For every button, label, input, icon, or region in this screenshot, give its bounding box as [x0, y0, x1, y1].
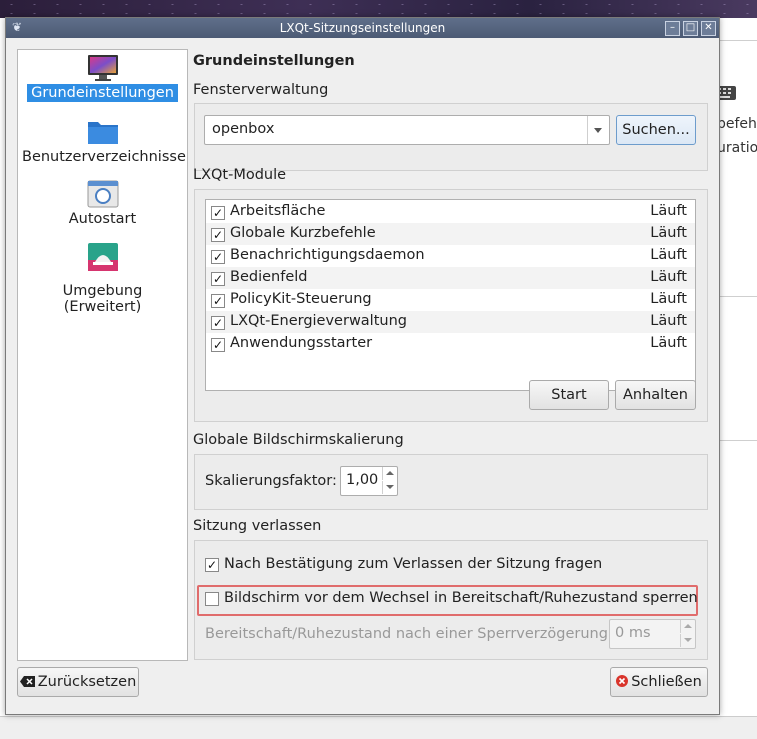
- spin-down-icon[interactable]: [382, 481, 397, 494]
- window-manager-value: openbox: [212, 121, 275, 137]
- confirm-leave-label[interactable]: Nach Bestätigung zum Verlassen der Sitzu…: [224, 556, 602, 572]
- lock-delay-spinbox[interactable]: 0 ms: [609, 619, 696, 649]
- start-button[interactable]: Start: [529, 380, 609, 410]
- close-icon: [616, 669, 629, 697]
- list-item[interactable]: ✓ Globale Kurzbefehle Läuft: [206, 223, 695, 245]
- scaling-factor-spinbox[interactable]: 1,00: [340, 466, 398, 496]
- list-item[interactable]: ✓ LXQt-Energieverwaltung Läuft: [206, 311, 695, 333]
- backspace-icon: [19, 669, 35, 697]
- sidebar-item-label: Autostart: [68, 211, 137, 227]
- module-checkbox[interactable]: ✓: [211, 250, 225, 264]
- window-manager-section-title: Fensterverwaltung: [193, 82, 329, 98]
- category-sidebar: Grundeinstellungen Benutzerverzeichnisse…: [17, 49, 188, 661]
- background-text-1: befehle: [717, 116, 757, 132]
- modules-section-title: LXQt-Module: [193, 167, 287, 183]
- background-text-2: uration: [717, 140, 757, 156]
- spin-up-icon[interactable]: [680, 620, 695, 633]
- module-name: PolicyKit-Steuerung: [230, 291, 372, 307]
- module-checkbox[interactable]: ✓: [211, 338, 225, 352]
- module-checkbox[interactable]: ✓: [211, 316, 225, 330]
- folder-icon: [87, 118, 119, 146]
- lock-delay-label: Bereitschaft/Ruhezustand nach einer Sper…: [205, 626, 613, 642]
- list-item[interactable]: ✓ Anwendungsstarter Läuft: [206, 333, 695, 355]
- sidebar-item-grundeinstellungen[interactable]: Grundeinstellungen: [18, 54, 187, 102]
- background-divider: [718, 40, 757, 41]
- desktop-wallpaper: [0, 0, 757, 18]
- scaling-section-title: Globale Bildschirmskalierung: [193, 432, 404, 448]
- module-name: Globale Kurzbefehle: [230, 225, 376, 241]
- sidebar-item-umgebung[interactable]: Umgebung (Erweitert): [18, 242, 187, 316]
- confirm-leave-checkbox[interactable]: ✓: [205, 558, 219, 572]
- modules-list: ✓ Arbeitsfläche Läuft ✓ Globale Kurzbefe…: [205, 199, 696, 391]
- module-checkbox[interactable]: ✓: [211, 228, 225, 242]
- close-window-button[interactable]: ✕: [701, 21, 716, 36]
- chevron-down-icon[interactable]: [587, 116, 609, 144]
- background-divider: [718, 296, 757, 297]
- minimize-button[interactable]: –: [665, 21, 680, 36]
- reset-button[interactable]: Zurücksetzen: [17, 667, 139, 697]
- module-checkbox[interactable]: ✓: [211, 272, 225, 286]
- module-name: Bedienfeld: [230, 269, 308, 285]
- close-button[interactable]: Schließen: [610, 667, 708, 697]
- spin-down-icon[interactable]: [680, 634, 695, 647]
- module-name: LXQt-Energieverwaltung: [230, 313, 407, 329]
- environment-icon: [87, 242, 119, 272]
- lock-delay-value: 0 ms: [615, 625, 651, 641]
- sidebar-item-label: Benutzerverzeichnisse: [22, 149, 186, 165]
- leave-section-title: Sitzung verlassen: [193, 518, 322, 534]
- reset-label: Zurücksetzen: [37, 674, 137, 690]
- scaling-factor-value: 1,00: [346, 472, 379, 488]
- sidebar-item-label: Umgebung (Erweitert): [62, 283, 143, 315]
- module-status: Läuft: [650, 335, 687, 351]
- window-manager-combobox[interactable]: openbox: [204, 115, 610, 145]
- list-item[interactable]: ✓ Arbeitsfläche Läuft: [206, 201, 695, 223]
- lock-screen-checkbox[interactable]: [205, 592, 219, 606]
- autostart-icon: [87, 180, 119, 208]
- module-name: Benachrichtigungsdaemon: [230, 247, 425, 263]
- module-status: Läuft: [650, 247, 687, 263]
- background-bottom-bar: [0, 716, 757, 739]
- module-checkbox[interactable]: ✓: [211, 206, 225, 220]
- search-button[interactable]: Suchen...: [616, 115, 696, 145]
- stop-button[interactable]: Anhalten: [615, 380, 696, 410]
- sidebar-item-benutzerverzeichnisse[interactable]: Benutzerverzeichnisse: [18, 118, 187, 166]
- module-status: Läuft: [650, 291, 687, 307]
- module-name: Arbeitsfläche: [230, 203, 326, 219]
- lock-screen-label[interactable]: Bildschirm vor dem Wechsel in Bereitscha…: [224, 590, 698, 606]
- list-item[interactable]: ✓ Bedienfeld Läuft: [206, 267, 695, 289]
- module-status: Läuft: [650, 203, 687, 219]
- module-name: Anwendungsstarter: [230, 335, 373, 351]
- window-title: LXQt-Sitzungseinstellungen: [279, 21, 446, 35]
- maximize-button[interactable]: □: [683, 21, 698, 36]
- module-status: Läuft: [650, 269, 687, 285]
- page-title: Grundeinstellungen: [193, 53, 355, 69]
- title-bar[interactable]: ❦ LXQt-Sitzungseinstellungen – □ ✕: [6, 18, 719, 38]
- background-divider: [718, 440, 757, 441]
- spin-up-icon[interactable]: [382, 467, 397, 480]
- module-status: Läuft: [650, 313, 687, 329]
- sidebar-item-autostart[interactable]: Autostart: [18, 180, 187, 228]
- module-status: Läuft: [650, 225, 687, 241]
- monitor-icon: [87, 54, 119, 82]
- list-item[interactable]: ✓ Benachrichtigungsdaemon Läuft: [206, 245, 695, 267]
- sidebar-item-label: Grundeinstellungen: [27, 84, 178, 102]
- close-label: Schließen: [631, 674, 702, 690]
- scaling-label: Skalierungsfaktor:: [205, 473, 337, 489]
- list-item[interactable]: ✓ PolicyKit-Steuerung Läuft: [206, 289, 695, 311]
- session-settings-window: ❦ LXQt-Sitzungseinstellungen – □ ✕ Grund…: [5, 17, 720, 715]
- module-checkbox[interactable]: ✓: [211, 294, 225, 308]
